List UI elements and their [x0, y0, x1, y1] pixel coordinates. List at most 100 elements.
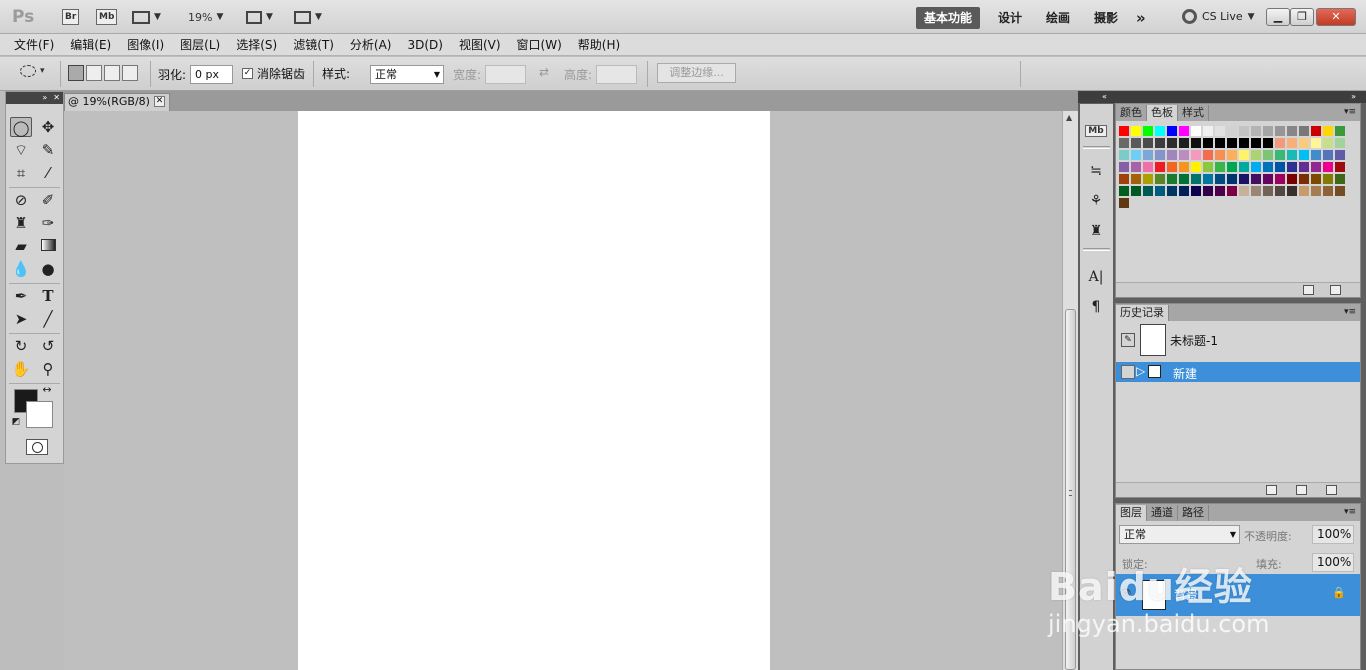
- color-swatch[interactable]: [1274, 161, 1286, 173]
- color-swatch[interactable]: [1334, 173, 1346, 185]
- trash-icon[interactable]: [1326, 485, 1337, 495]
- color-swatch[interactable]: [1166, 173, 1178, 185]
- hand-tool[interactable]: ✋: [10, 359, 32, 379]
- color-swatch[interactable]: [1262, 125, 1274, 137]
- color-swatch[interactable]: [1166, 137, 1178, 149]
- color-swatch[interactable]: [1334, 149, 1346, 161]
- new-swatch-icon[interactable]: [1303, 285, 1314, 295]
- color-swatch[interactable]: [1274, 185, 1286, 197]
- color-swatch[interactable]: [1166, 161, 1178, 173]
- history-state-row[interactable]: ▷ 新建: [1116, 362, 1360, 382]
- menu-window[interactable]: 窗口(W): [509, 36, 570, 53]
- color-swatch[interactable]: [1214, 185, 1226, 197]
- color-swatch[interactable]: [1166, 125, 1178, 137]
- color-swatch[interactable]: [1118, 185, 1130, 197]
- color-swatch[interactable]: [1178, 137, 1190, 149]
- document-canvas[interactable]: [298, 111, 770, 670]
- color-swatch[interactable]: [1130, 125, 1142, 137]
- close-tab-icon[interactable]: ✕: [154, 96, 165, 107]
- swap-colors-button[interactable]: ↔: [40, 383, 54, 397]
- clone-source-button[interactable]: ♜: [1085, 220, 1107, 242]
- color-swatch[interactable]: [1202, 161, 1214, 173]
- color-swatch[interactable]: [1142, 173, 1154, 185]
- cs-live-button[interactable]: CS Live ▼: [1182, 9, 1255, 24]
- 3d-rotate-tool[interactable]: ↻: [10, 336, 32, 356]
- mini-bridge-panel-button[interactable]: Mb: [1085, 118, 1107, 140]
- color-swatch[interactable]: [1262, 161, 1274, 173]
- color-swatch[interactable]: [1130, 173, 1142, 185]
- swap-dimensions-button[interactable]: ⇄: [539, 65, 549, 79]
- paragraph-panel-button[interactable]: ¶: [1085, 296, 1107, 318]
- color-swatch[interactable]: [1322, 125, 1334, 137]
- height-input[interactable]: [596, 65, 638, 84]
- color-swatch[interactable]: [1154, 173, 1166, 185]
- tab-styles[interactable]: 样式: [1178, 105, 1209, 121]
- color-swatch[interactable]: [1202, 125, 1214, 137]
- color-swatch[interactable]: [1298, 161, 1310, 173]
- color-swatch[interactable]: [1202, 173, 1214, 185]
- 3d-orbit-tool[interactable]: ↺: [37, 336, 59, 356]
- color-swatch[interactable]: [1118, 125, 1130, 137]
- mini-bridge-button[interactable]: Mb: [96, 7, 118, 27]
- brush-presets-button[interactable]: ≒: [1085, 160, 1107, 182]
- restore-button[interactable]: ❐: [1290, 8, 1314, 26]
- color-swatch[interactable]: [1142, 185, 1154, 197]
- blend-mode-dropdown[interactable]: 正常 ▼: [1119, 525, 1240, 544]
- new-selection-button[interactable]: [68, 65, 84, 81]
- color-swatch[interactable]: [1118, 149, 1130, 161]
- tab-channels[interactable]: 通道: [1147, 505, 1178, 521]
- color-swatch[interactable]: [1178, 173, 1190, 185]
- color-swatch[interactable]: [1310, 149, 1322, 161]
- color-swatch[interactable]: [1226, 137, 1238, 149]
- workspace-design[interactable]: 设计: [998, 7, 1022, 29]
- color-swatch[interactable]: [1226, 185, 1238, 197]
- subtract-selection-button[interactable]: [104, 65, 120, 81]
- menu-file[interactable]: 文件(F): [6, 36, 62, 53]
- color-swatch[interactable]: [1190, 125, 1202, 137]
- color-swatch[interactable]: [1298, 149, 1310, 161]
- eraser-tool[interactable]: ▰: [10, 236, 32, 256]
- tab-swatches[interactable]: 色板: [1147, 105, 1178, 121]
- color-swatch[interactable]: [1118, 137, 1130, 149]
- opacity-input[interactable]: 100%: [1312, 525, 1354, 544]
- color-swatch[interactable]: [1238, 173, 1250, 185]
- color-swatch[interactable]: [1154, 185, 1166, 197]
- menu-analysis[interactable]: 分析(A): [342, 36, 400, 53]
- tab-layers[interactable]: 图层: [1116, 505, 1147, 521]
- menu-view[interactable]: 视图(V): [451, 36, 509, 53]
- color-swatch[interactable]: [1262, 185, 1274, 197]
- color-swatch[interactable]: [1274, 149, 1286, 161]
- color-swatch[interactable]: [1238, 185, 1250, 197]
- camera-icon[interactable]: [1296, 485, 1307, 495]
- color-swatch[interactable]: [1262, 173, 1274, 185]
- move-tool[interactable]: ✥: [37, 117, 59, 137]
- color-swatch[interactable]: [1250, 137, 1262, 149]
- feather-input[interactable]: 0 px: [190, 65, 234, 84]
- color-swatch[interactable]: [1226, 125, 1238, 137]
- zoom-tool[interactable]: ⚲: [37, 359, 59, 379]
- color-swatch[interactable]: [1238, 137, 1250, 149]
- color-swatch[interactable]: [1130, 161, 1142, 173]
- color-swatch[interactable]: [1154, 125, 1166, 137]
- lasso-tool[interactable]: ⌔: [10, 140, 32, 160]
- color-swatch[interactable]: [1130, 185, 1142, 197]
- color-swatch[interactable]: [1226, 149, 1238, 161]
- collapse-icon[interactable]: «: [1102, 91, 1107, 103]
- color-swatch[interactable]: [1322, 185, 1334, 197]
- line-tool[interactable]: ╱: [37, 309, 59, 329]
- elliptical-marquee-tool[interactable]: ◯: [10, 117, 32, 137]
- minimize-button[interactable]: ▁: [1266, 8, 1290, 26]
- color-swatch[interactable]: [1274, 137, 1286, 149]
- color-swatch[interactable]: [1190, 173, 1202, 185]
- refine-edge-button[interactable]: 调整边缘...: [657, 63, 736, 83]
- color-swatch[interactable]: [1202, 185, 1214, 197]
- workspace-painting[interactable]: 绘画: [1046, 7, 1070, 29]
- color-swatch[interactable]: [1118, 173, 1130, 185]
- color-swatch[interactable]: [1322, 149, 1334, 161]
- color-swatch[interactable]: [1190, 137, 1202, 149]
- color-swatch[interactable]: [1334, 137, 1346, 149]
- color-swatch[interactable]: [1238, 161, 1250, 173]
- color-swatch[interactable]: [1274, 125, 1286, 137]
- color-swatch[interactable]: [1322, 137, 1334, 149]
- bridge-button[interactable]: Br: [62, 7, 80, 27]
